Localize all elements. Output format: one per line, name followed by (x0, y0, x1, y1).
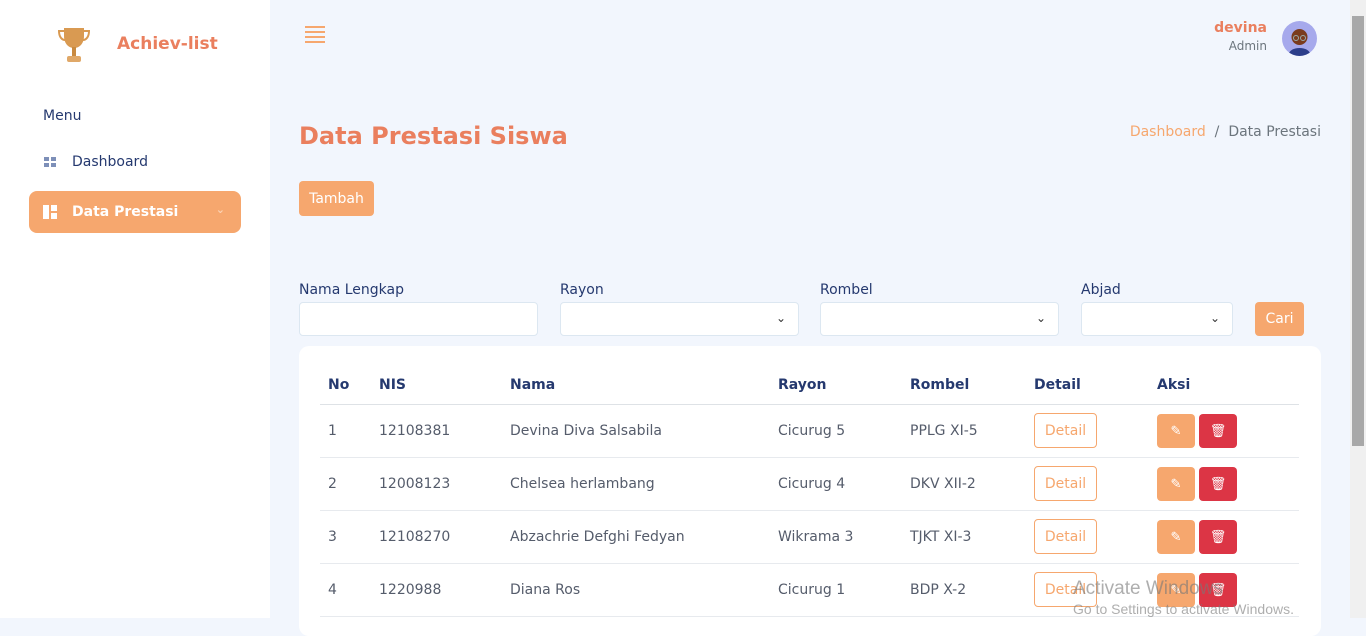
cell-detail: Detail (1026, 457, 1149, 511)
delete-button[interactable]: 🗑 (1199, 519, 1237, 554)
scrollbar[interactable] (1350, 0, 1366, 618)
header-detail: Detail (1026, 366, 1149, 405)
cell-no: 4 (320, 563, 371, 617)
avatar[interactable] (1282, 21, 1317, 56)
cell-nis: 1220988 (371, 563, 502, 617)
page-title: Data Prestasi Siswa (299, 122, 568, 150)
rayon-select[interactable]: ⌄ (560, 302, 799, 336)
breadcrumb-separator: / (1210, 124, 1224, 140)
grid-icon (44, 157, 56, 167)
add-button[interactable]: Tambah (299, 181, 374, 216)
table-row: 2 12008123 Chelsea herlambang Cicurug 4 DKV … (320, 457, 1299, 511)
cell-rayon: Cicurug 5 (770, 404, 902, 458)
header-rayon: Rayon (770, 366, 902, 405)
delete-button[interactable]: 🗑 (1199, 466, 1237, 501)
detail-button[interactable]: Detail (1034, 413, 1097, 448)
table-row: 3 12108270 Abzachrie Defghi Fedyan Wikrama … (320, 510, 1299, 564)
rayon-label: Rayon (560, 282, 604, 298)
cell-aksi: ✎ 🗑 (1149, 510, 1299, 564)
edit-icon: ✎ (1170, 528, 1182, 544)
rombel-label: Rombel (820, 282, 873, 298)
cell-nis: 12008123 (371, 457, 502, 511)
cell-no: 1 (320, 404, 371, 458)
layout-icon (43, 205, 57, 219)
trash-icon: 🗑 (1209, 475, 1227, 491)
watermark-line2: Go to Settings to activate Windows. (1073, 601, 1294, 617)
edit-icon: ✎ (1170, 475, 1182, 491)
windows-watermark: Activate Windows Go to Settings to activ… (1073, 578, 1294, 617)
nama-input[interactable] (299, 302, 538, 336)
user-info[interactable]: devina Admin (1214, 20, 1267, 53)
cell-no: 3 (320, 510, 371, 564)
trash-icon: 🗑 (1209, 528, 1227, 544)
cell-aksi: ✎ 🗑 (1149, 404, 1299, 458)
edit-button[interactable]: ✎ (1157, 466, 1195, 501)
hamburger-menu-icon[interactable] (305, 26, 325, 46)
sidebar-item-data-prestasi[interactable]: Data Prestasi ⌄ (29, 191, 241, 233)
header-nis: NIS (371, 366, 502, 405)
search-button[interactable]: Cari (1255, 302, 1304, 336)
chevron-down-icon: ⌄ (215, 203, 225, 216)
user-role: Admin (1228, 39, 1267, 53)
cell-no: 2 (320, 457, 371, 511)
scrollbar-thumb[interactable] (1352, 16, 1364, 446)
cell-nama: Diana Ros (502, 563, 770, 617)
edit-button[interactable]: ✎ (1157, 519, 1195, 554)
menu-title: Menu (43, 108, 82, 124)
main-content: devina Admin Data Prestasi Siswa Dashboa… (270, 0, 1350, 636)
brand-name[interactable]: Achiev-list (117, 34, 218, 54)
edit-button[interactable]: ✎ (1157, 413, 1195, 448)
sidebar-item-label: Data Prestasi (72, 204, 179, 220)
header-no: No (320, 366, 371, 405)
cell-rayon: Cicurug 4 (770, 457, 902, 511)
watermark-line1: Activate Windows (1073, 578, 1223, 599)
rombel-select[interactable]: ⌄ (820, 302, 1059, 336)
cell-nis: 12108381 (371, 404, 502, 458)
chevron-down-icon: ⌄ (1209, 311, 1220, 325)
sidebar-item-dashboard[interactable]: Dashboard (29, 141, 241, 183)
chevron-down-icon: ⌄ (1035, 311, 1046, 325)
nama-label: Nama Lengkap (299, 282, 404, 298)
table-row: 1 12108381 Devina Diva Salsabila Cicurug 5P… (320, 404, 1299, 458)
header-aksi: Aksi (1149, 366, 1299, 405)
sidebar: Achiev-list Menu Dashboard Data Prestasi… (0, 0, 270, 618)
chevron-down-icon: ⌄ (775, 311, 786, 325)
cell-aksi: ✎ 🗑 (1149, 457, 1299, 511)
breadcrumb: Dashboard / Data Prestasi (1130, 124, 1321, 140)
sidebar-item-label: Dashboard (72, 154, 148, 170)
cell-rombel: BDP X-2 (902, 563, 1026, 617)
cell-rombel: PPLG XI-5 (902, 404, 1026, 458)
cell-nis: 12108270 (371, 510, 502, 564)
trophy-icon (58, 26, 90, 64)
user-name: devina (1214, 20, 1267, 36)
detail-button[interactable]: Detail (1034, 519, 1097, 554)
trash-icon: 🗑 (1209, 422, 1227, 438)
cell-rombel: DKV XII-2 (902, 457, 1026, 511)
abjad-select[interactable]: ⌄ (1081, 302, 1233, 336)
delete-button[interactable]: 🗑 (1199, 413, 1237, 448)
detail-button[interactable]: Detail (1034, 466, 1097, 501)
edit-icon: ✎ (1170, 422, 1182, 438)
breadcrumb-dashboard[interactable]: Dashboard (1130, 124, 1206, 140)
cell-rombel: TJKT XI-3 (902, 510, 1026, 564)
header-nama: Nama (502, 366, 770, 405)
cell-nama: Chelsea herlambang (502, 457, 770, 511)
cell-detail: Detail (1026, 510, 1149, 564)
breadcrumb-current: Data Prestasi (1228, 124, 1321, 140)
header-rombel: Rombel (902, 366, 1026, 405)
cell-rayon: Wikrama 3 (770, 510, 902, 564)
abjad-label: Abjad (1081, 282, 1121, 298)
cell-rayon: Cicurug 1 (770, 563, 902, 617)
cell-nama: Devina Diva Salsabila (502, 404, 770, 458)
cell-nama: Abzachrie Defghi Fedyan (502, 510, 770, 564)
cell-detail: Detail (1026, 404, 1149, 458)
